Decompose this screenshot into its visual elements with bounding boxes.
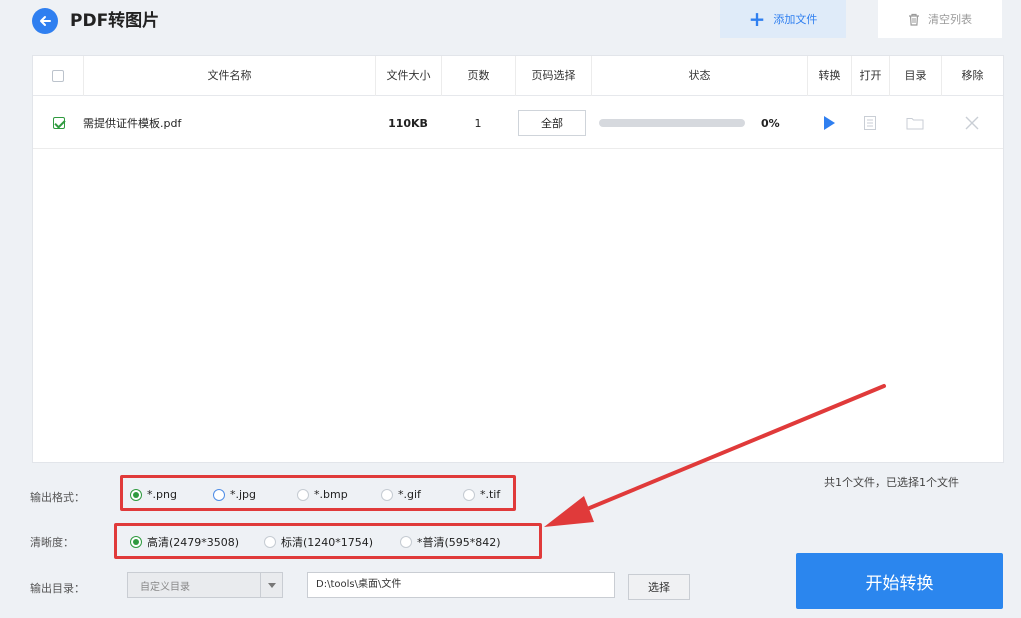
close-icon[interactable] [965,116,979,130]
format-option-bmp[interactable]: *.bmp [297,488,348,501]
col-convert: 转换 [807,56,851,96]
start-convert-button[interactable]: 开始转换 [796,553,1003,609]
file-table: 文件名称 文件大小 页数 页码选择 状态 转换 打开 目录 移除 需提供证件模板… [32,55,1004,463]
row-checkbox-cell [53,97,65,149]
quality-label: 清晰度： [30,536,74,549]
output-dir-path-input[interactable]: D:\tools\桌面\文件 [307,572,615,598]
quality-option-sd[interactable]: 标清(1240*1754) [264,534,373,550]
col-file-name[interactable]: 文件名称 [83,56,375,96]
add-files-label: 添加文件 [773,13,818,26]
format-bmp-label: *.bmp [314,488,348,501]
output-format-label: 输出格式： [30,491,85,504]
col-remove: 移除 [941,56,1003,96]
page-count: 1 [474,116,482,130]
back-button[interactable] [32,8,58,34]
trash-icon [909,13,919,26]
add-files-button[interactable]: + 添加文件 [720,0,846,38]
radio-bmp[interactable] [297,488,309,501]
page-title: PDF转图片 [70,11,160,31]
col-page-select: 页码选择 [515,56,591,96]
table-header: 文件名称 文件大小 页数 页码选择 状态 转换 打开 目录 移除 [33,56,1003,96]
table-row[interactable]: 需提供证件模板.pdf 110KB 1 全部 0% [33,97,1003,149]
quality-normal-label: *普清(595*842) [417,536,501,549]
output-dir-mode-select[interactable]: 自定义目录 [127,572,283,598]
status-cell: 0% [599,97,780,149]
col-directory: 目录 [889,56,941,96]
radio-gif[interactable] [381,488,393,501]
arrow-left-icon [40,16,51,26]
format-option-tif[interactable]: *.tif [463,488,500,501]
radio-png[interactable] [130,488,142,501]
quality-hd-label: 高清(2479*3508) [147,536,240,549]
col-file-size[interactable]: 文件大小 [375,56,441,96]
col-pages[interactable]: 页数 [441,56,515,96]
row-checkbox[interactable] [53,117,65,129]
radio-tif[interactable] [463,488,475,501]
file-size: 110KB [388,116,428,130]
clear-list-button[interactable]: 清空列表 [878,0,1002,38]
file-count-summary: 共1个文件，已选择1个文件 [824,476,959,489]
output-dir-label: 输出目录： [30,582,85,595]
convert-cell [807,97,851,149]
format-gif-label: *.gif [398,488,421,501]
col-status: 状态 [591,56,807,96]
radio-sd[interactable] [264,536,276,548]
folder-icon[interactable] [906,116,924,130]
format-option-jpg[interactable]: *.jpg [213,488,256,501]
chevron-down-icon[interactable] [260,573,282,597]
format-option-gif[interactable]: *.gif [381,488,421,501]
remove-cell [941,97,1003,149]
radio-normal[interactable] [400,536,412,548]
radio-jpg[interactable] [213,488,225,501]
col-open: 打开 [851,56,889,96]
choose-dir-button[interactable]: 选择 [628,574,690,600]
quality-sd-label: 标清(1240*1754) [281,536,374,549]
select-all-cell [33,56,83,96]
directory-cell [889,97,941,149]
select-all-checkbox[interactable] [52,70,64,82]
output-dir-mode-value: 自定义目录 [140,581,190,593]
clear-list-label: 清空列表 [928,13,972,26]
page-select-button[interactable]: 全部 [518,110,586,136]
open-cell [851,97,889,149]
page-select-cell: 全部 [518,97,586,149]
file-name: 需提供证件模板.pdf [83,117,182,130]
progress-bar [599,119,745,127]
play-icon[interactable] [823,116,835,130]
plus-icon: + [748,7,766,31]
radio-hd[interactable] [130,536,142,548]
document-icon[interactable] [864,116,876,130]
progress-percent: 0% [761,116,780,130]
format-jpg-label: *.jpg [230,488,257,501]
quality-option-hd[interactable]: 高清(2479*3508) [130,534,239,550]
format-png-label: *.png [147,488,177,501]
quality-option-normal[interactable]: *普清(595*842) [400,534,501,550]
format-tif-label: *.tif [480,488,501,501]
format-option-png[interactable]: *.png [130,488,177,501]
